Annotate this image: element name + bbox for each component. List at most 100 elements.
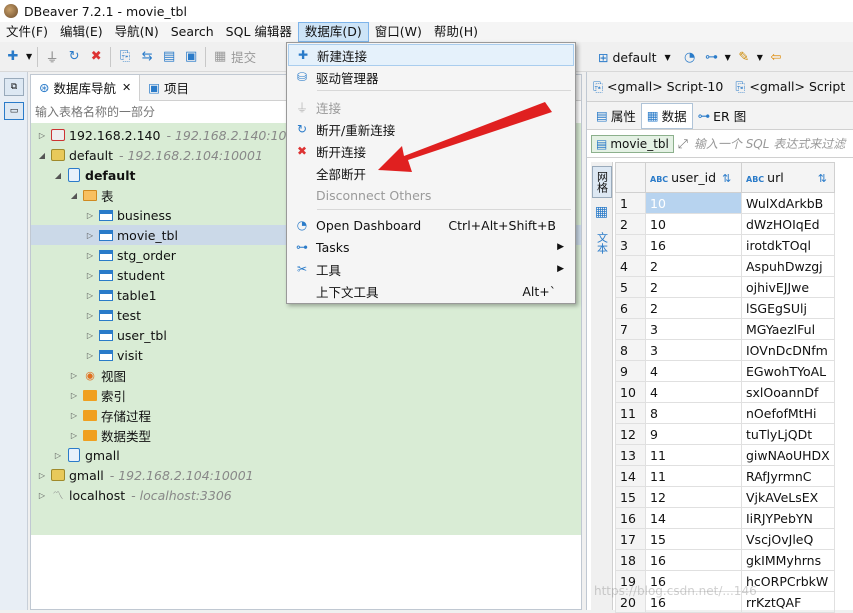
tree-node-connection[interactable]: ▷ 192.168.2.140 - 192.168.2.140:10000: [37, 125, 310, 145]
back-arrow-icon[interactable]: ⇦: [765, 46, 787, 68]
tab-script-10[interactable]: ⎘ <gmall> Script-10: [587, 79, 729, 95]
tab-properties[interactable]: ▤ 属性: [591, 103, 641, 129]
tree-node-table[interactable]: ▷ test: [85, 305, 141, 325]
tree-node-table[interactable]: ▷ user_tbl: [85, 325, 167, 345]
row-number[interactable]: 12: [615, 423, 646, 445]
tree-node-table[interactable]: ▷ stg_order: [85, 245, 176, 265]
commit-mode-icon[interactable]: ⎘: [114, 46, 136, 68]
table-row[interactable]: 3 16 irotdkTOql: [615, 234, 835, 256]
cell-user-id[interactable]: 9: [645, 423, 742, 445]
tree-node-table[interactable]: ▷ table1: [85, 285, 157, 305]
table-row[interactable]: 8 3 IOVnDcDNfm: [615, 339, 835, 361]
menu-edit[interactable]: 编辑(E): [54, 22, 109, 42]
tree-node-datatypes[interactable]: ▷ 数据类型: [69, 425, 151, 445]
datasource-selector[interactable]: ⊞ default ▼ ◔ ⊶ ▼ ✎ ▼ ⇦: [598, 46, 787, 68]
row-number[interactable]: 17: [615, 528, 646, 550]
chevron-down-icon[interactable]: ▼: [757, 53, 763, 62]
menu-item-context-tools[interactable]: 上下文工具 Alt+`: [288, 280, 574, 302]
menu-sql-editor[interactable]: SQL 编辑器: [220, 22, 298, 42]
table-row[interactable]: 16 14 IiRJYPebYN: [615, 507, 835, 529]
menu-search[interactable]: Search: [165, 22, 220, 42]
tree-node-indexes[interactable]: ▷ 索引: [69, 385, 126, 405]
cell-user-id[interactable]: 16: [645, 549, 742, 571]
cell-user-id[interactable]: 2: [645, 255, 742, 277]
grid-view-tab[interactable]: 网格: [591, 166, 612, 198]
schema-icon[interactable]: ⊶: [701, 46, 723, 68]
tree-node-views[interactable]: ▷ ◉ 视图: [69, 365, 126, 385]
menu-navigate[interactable]: 导航(N): [109, 22, 165, 42]
cell-user-id[interactable]: 8: [645, 402, 742, 424]
menu-item-disconnect-all[interactable]: 全部断开: [288, 162, 574, 184]
pending-icon[interactable]: ▣: [180, 46, 202, 68]
table-row[interactable]: 10 4 sxlOoannDf: [615, 381, 835, 403]
row-number[interactable]: 11: [615, 402, 646, 424]
cell-url[interactable]: sxlOoannDf: [741, 381, 835, 403]
row-number[interactable]: 10: [615, 381, 646, 403]
table-row[interactable]: 2 10 dWzHOIqEd: [615, 213, 835, 235]
new-connection-icon[interactable]: ✚: [2, 46, 24, 68]
row-number[interactable]: 7: [615, 318, 646, 340]
cell-user-id[interactable]: 2: [645, 297, 742, 319]
row-number[interactable]: 16: [615, 507, 646, 529]
expand-icon[interactable]: ▷: [85, 271, 95, 280]
row-number[interactable]: 4: [615, 255, 646, 277]
table-chip[interactable]: ▤ movie_tbl: [591, 134, 674, 153]
cell-url[interactable]: VscjOvJleQ: [741, 528, 835, 550]
cell-url[interactable]: giwNAoUHDX: [741, 444, 835, 466]
row-number[interactable]: 8: [615, 339, 646, 361]
menu-item-new-connection[interactable]: ✚ 新建连接: [288, 44, 574, 66]
table-row[interactable]: 13 11 giwNAoUHDX: [615, 444, 835, 466]
table-row[interactable]: 6 2 lSGEgSUlj: [615, 297, 835, 319]
cell-user-id[interactable]: 10: [645, 192, 742, 214]
menu-item-disconnect[interactable]: ✖ 断开连接: [288, 140, 574, 162]
menu-database[interactable]: 数据库(D): [297, 22, 369, 42]
table-row[interactable]: 11 8 nOefofMtHi: [615, 402, 835, 424]
table-row[interactable]: 14 11 RAfJyrmnC: [615, 465, 835, 487]
tab-data[interactable]: ▦ 数据: [640, 102, 693, 129]
expand-icon[interactable]: ▷: [85, 231, 95, 240]
expand-icon[interactable]: ▷: [53, 451, 63, 460]
tree-node-database[interactable]: ◢ default: [53, 165, 136, 185]
cell-url[interactable]: irotdkTOql: [741, 234, 835, 256]
expand-icon[interactable]: ▷: [69, 411, 79, 420]
cell-user-id[interactable]: 2: [645, 276, 742, 298]
tree-node-table[interactable]: ▷ student: [85, 265, 165, 285]
cell-user-id[interactable]: 4: [645, 360, 742, 382]
tree-node-connection[interactable]: ◢ default - 192.168.2.104:10001: [37, 145, 263, 165]
chevron-down-icon[interactable]: ▼: [725, 53, 731, 62]
collapse-icon[interactable]: ◢: [69, 191, 79, 200]
expand-icon[interactable]: ▷: [85, 311, 95, 320]
tab-script[interactable]: ⎘ <gmall> Script: [729, 79, 851, 95]
commit-button-label[interactable]: 提交: [231, 47, 256, 66]
menu-item-disconnect-others[interactable]: Disconnect Others: [288, 184, 574, 206]
cell-url[interactable]: lSGEgSUlj: [741, 297, 835, 319]
tx-log-icon[interactable]: ▤: [158, 46, 180, 68]
row-number[interactable]: 15: [615, 486, 646, 508]
cell-url[interactable]: EGwohTYoAL: [741, 360, 835, 382]
grid-icon[interactable]: ▦: [595, 204, 608, 220]
table-row[interactable]: 15 12 VjkAVeLsEX: [615, 486, 835, 508]
expand-icon[interactable]: ▷: [85, 351, 95, 360]
table-row[interactable]: 5 2 ojhivEJJwe: [615, 276, 835, 298]
cell-user-id[interactable]: 15: [645, 528, 742, 550]
commit-icon[interactable]: ▦: [209, 46, 231, 68]
sort-filter-icon[interactable]: ⇅: [722, 172, 731, 185]
expand-icon[interactable]: ▷: [37, 471, 47, 480]
menu-item-driver-manager[interactable]: ⛁ 驱动管理器: [288, 66, 574, 88]
cell-url[interactable]: WulXdArkbB: [741, 192, 835, 214]
expand-icon[interactable]: ▷: [37, 491, 47, 500]
chevron-down-icon[interactable]: ▼: [26, 52, 32, 61]
tree-node-connection[interactable]: ▷ 〽 localhost - localhost:3306: [37, 485, 232, 505]
plug-icon[interactable]: ⏚: [41, 46, 63, 68]
tree-node-database[interactable]: ▷ gmall: [53, 445, 120, 465]
row-number[interactable]: 6: [615, 297, 646, 319]
panel-icon[interactable]: ▭: [4, 102, 24, 120]
menu-window[interactable]: 窗口(W): [369, 22, 428, 42]
menu-item-open-dashboard[interactable]: ◔ Open Dashboard Ctrl+Alt+Shift+B: [288, 214, 574, 236]
row-number[interactable]: 13: [615, 444, 646, 466]
cell-url[interactable]: MGYaezlFul: [741, 318, 835, 340]
transaction-icon[interactable]: ⇆: [136, 46, 158, 68]
row-number[interactable]: 3: [615, 234, 646, 256]
menu-item-tools[interactable]: ✂ 工具 ▶: [288, 258, 574, 280]
cell-user-id[interactable]: 14: [645, 507, 742, 529]
